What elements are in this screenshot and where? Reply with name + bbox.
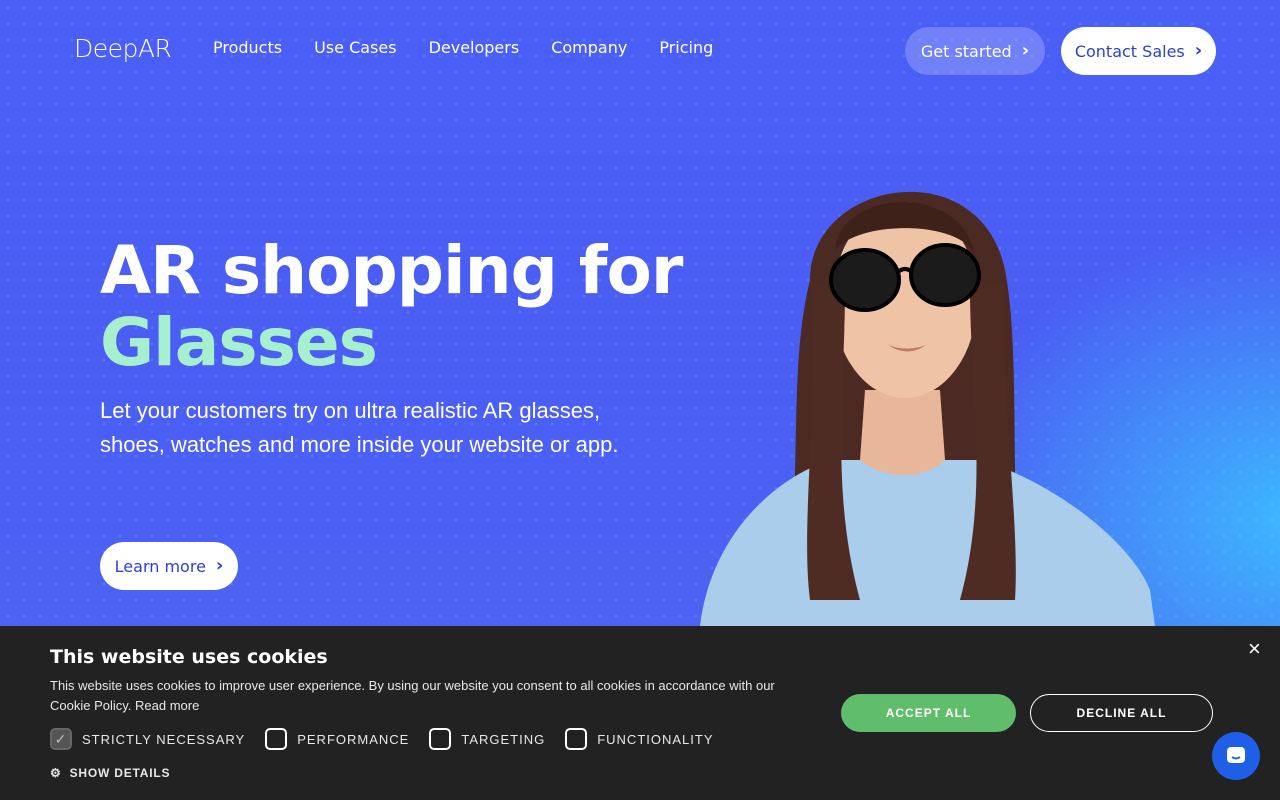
checkbox[interactable]	[429, 728, 452, 750]
contact-sales-label: Contact Sales	[1074, 41, 1185, 61]
option-strictly-necessary[interactable]: ✓ STRICTLY NECESSARY	[50, 728, 245, 750]
deepar-logo[interactable]: DeepAR	[74, 34, 172, 63]
main-nav: Products Use Cases Developers Company Pr…	[213, 38, 713, 57]
cookie-title: This website uses cookies	[50, 646, 328, 668]
nav-use-cases[interactable]: Use Cases	[314, 38, 396, 57]
cookie-banner: This website uses cookies × This website…	[0, 626, 1280, 800]
checkbox[interactable]	[565, 728, 588, 750]
option-functionality[interactable]: FUNCTIONALITY	[565, 728, 713, 750]
nav-company[interactable]: Company	[551, 38, 627, 57]
option-label: TARGETING	[461, 731, 546, 747]
read-more-link[interactable]: Read more	[135, 698, 199, 713]
option-label: PERFORMANCE	[297, 731, 410, 747]
decline-all-button[interactable]: DECLINE ALL	[1030, 694, 1213, 732]
option-label: FUNCTIONALITY	[597, 731, 714, 747]
chevron-right-icon: ›	[1194, 40, 1203, 61]
gear-icon: ⚙	[50, 766, 62, 780]
get-started-label: Get started	[920, 41, 1012, 61]
chat-icon	[1227, 747, 1245, 763]
contact-sales-button[interactable]: Contact Sales ›	[1061, 27, 1216, 75]
learn-more-label: Learn more	[114, 556, 206, 576]
chevron-right-icon: ›	[215, 555, 224, 576]
show-details-button[interactable]: ⚙ SHOW DETAILS	[50, 766, 170, 780]
hero-title: AR shopping for	[100, 232, 683, 309]
nav-developers[interactable]: Developers	[429, 38, 520, 57]
model-with-sunglasses-image	[700, 191, 1155, 626]
learn-more-button[interactable]: Learn more ›	[100, 542, 238, 590]
chat-launcher-button[interactable]	[1212, 732, 1260, 780]
option-targeting[interactable]: TARGETING	[429, 728, 545, 750]
cookie-text: This website uses cookies to improve use…	[50, 676, 810, 716]
option-performance[interactable]: PERFORMANCE	[265, 728, 409, 750]
checkmark-icon[interactable]: ✓	[50, 728, 72, 750]
cookie-options: ✓ STRICTLY NECESSARY PERFORMANCE TARGETI…	[50, 728, 714, 750]
chevron-right-icon: ›	[1021, 40, 1030, 61]
accept-all-button[interactable]: ACCEPT ALL	[841, 694, 1016, 732]
show-details-label: SHOW DETAILS	[69, 766, 171, 780]
nav-pricing[interactable]: Pricing	[659, 38, 713, 57]
hero-title-highlight: Glasses	[100, 304, 378, 381]
hero-subtitle: Let your customers try on ultra realisti…	[100, 398, 619, 457]
nav-products[interactable]: Products	[213, 38, 282, 57]
checkbox[interactable]	[265, 728, 288, 750]
get-started-button[interactable]: Get started ›	[905, 27, 1045, 75]
close-icon[interactable]: ×	[1248, 636, 1261, 662]
hero-section: DeepAR Products Use Cases Developers Com…	[0, 0, 1280, 626]
option-label: STRICTLY NECESSARY	[82, 731, 246, 747]
